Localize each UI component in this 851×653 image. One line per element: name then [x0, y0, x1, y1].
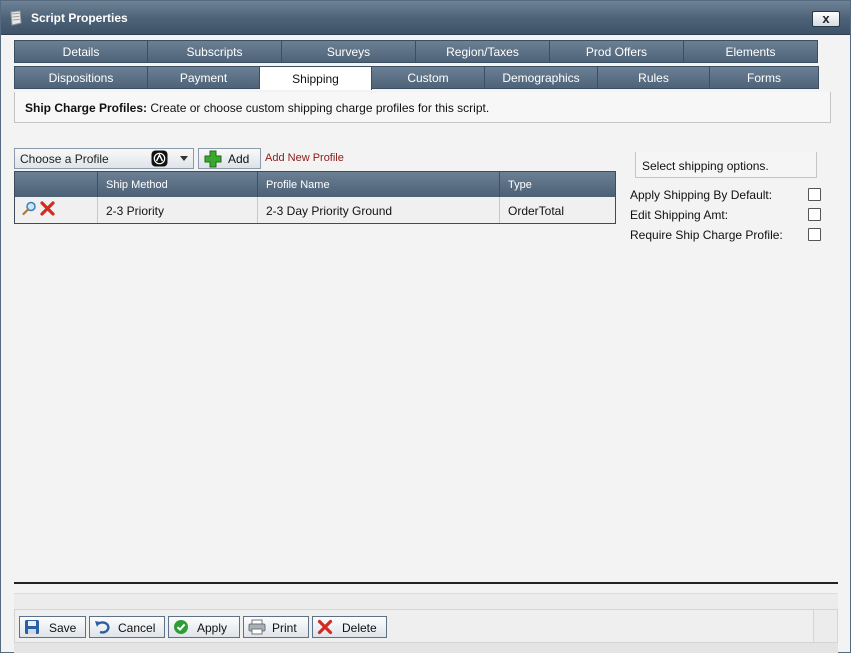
column-header-ship-method[interactable]: Ship Method — [98, 172, 258, 197]
option-edit-shipping-amt: Edit Shipping Amt: — [630, 208, 825, 224]
save-label: Save — [49, 621, 77, 635]
script-document-icon — [9, 10, 23, 26]
cell-ship-method: 2-3 Priority — [98, 197, 258, 223]
window-title: Script Properties — [31, 11, 128, 25]
column-header-type[interactable]: Type — [500, 172, 615, 197]
cell-profile-name: 2-3 Day Priority Ground — [258, 197, 500, 223]
print-label: Print — [272, 621, 297, 635]
add-button-label: Add — [228, 152, 250, 166]
delete-x-icon — [317, 619, 333, 638]
printer-icon — [248, 619, 266, 638]
add-profile-button[interactable]: Add — [198, 148, 261, 169]
tab-rules[interactable]: Rules — [598, 66, 710, 89]
tab-forms[interactable]: Forms — [710, 66, 819, 89]
cancel-label: Cancel — [118, 621, 156, 635]
profile-select[interactable]: Choose a Profile — [14, 148, 194, 169]
tab-details[interactable]: Details — [14, 40, 148, 63]
column-header-actions — [15, 172, 98, 197]
tab-shipping[interactable]: Shipping — [260, 66, 372, 90]
tab-dispositions[interactable]: Dispositions — [14, 66, 148, 89]
cancel-button[interactable]: Cancel — [89, 616, 165, 638]
floppy-disk-icon — [24, 619, 40, 638]
checkmark-icon — [173, 619, 189, 638]
row-actions — [15, 197, 98, 223]
table-row[interactable]: 2-3 Priority 2-3 Day Priority Ground Ord… — [15, 197, 615, 223]
tabs-row-top: Details Subscripts Surveys Region/Taxes … — [14, 40, 818, 63]
tab-payment[interactable]: Payment — [148, 66, 260, 89]
option-require-ship-charge-profile: Require Ship Charge Profile: — [630, 228, 825, 244]
footer-divider — [14, 582, 838, 584]
table-header: Ship Method Profile Name Type — [15, 172, 615, 197]
delete-button[interactable]: Delete — [312, 616, 387, 638]
option-label: Require Ship Charge Profile: — [630, 228, 783, 242]
tab-demographics[interactable]: Demographics — [485, 66, 598, 89]
tab-surveys[interactable]: Surveys — [282, 40, 416, 63]
option-apply-shipping-by-default: Apply Shipping By Default: — [630, 188, 825, 204]
bottom-strip — [14, 643, 838, 653]
shipping-options-header: Select shipping options. — [635, 152, 817, 178]
edit-shipping-amt-checkbox[interactable] — [808, 208, 821, 221]
apply-label: Apply — [197, 621, 228, 635]
description-bar: Ship Charge Profiles: Create or choose c… — [14, 92, 831, 123]
description-heading: Ship Charge Profiles: — [25, 101, 148, 115]
chevron-down-icon — [180, 156, 188, 161]
delete-x-icon[interactable] — [40, 201, 55, 219]
tab-elements[interactable]: Elements — [684, 40, 818, 63]
require-ship-charge-profile-checkbox[interactable] — [808, 228, 821, 241]
option-label: Edit Shipping Amt: — [630, 208, 729, 222]
cell-type: OrderTotal — [508, 204, 565, 218]
option-label: Apply Shipping By Default: — [630, 188, 773, 202]
print-button[interactable]: Print — [243, 616, 309, 638]
description-text: Create or choose custom shipping charge … — [147, 101, 490, 115]
script-properties-window: Script Properties x Details Subscripts S… — [0, 0, 851, 653]
add-new-profile-link[interactable]: Add New Profile — [265, 152, 344, 164]
tabs-row-bottom: Dispositions Payment Shipping Custom Dem… — [14, 66, 819, 90]
apply-button[interactable]: Apply — [168, 616, 240, 638]
footer-corner — [814, 609, 838, 643]
footer-strip — [14, 593, 838, 609]
column-header-profile-name[interactable]: Profile Name — [258, 172, 500, 197]
profile-select-value: Choose a Profile — [20, 152, 109, 166]
cursor-icon — [151, 150, 168, 167]
undo-icon — [94, 619, 112, 638]
tab-prod-offers[interactable]: Prod Offers — [550, 40, 684, 63]
title-bar: Script Properties x — [1, 1, 850, 35]
save-button[interactable]: Save — [19, 616, 86, 638]
profiles-table: Ship Method Profile Name Type 2-3 Priori… — [14, 171, 616, 224]
plus-icon — [204, 150, 222, 171]
close-button[interactable]: x — [812, 11, 840, 27]
tab-subscripts[interactable]: Subscripts — [148, 40, 282, 63]
apply-shipping-by-default-checkbox[interactable] — [808, 188, 821, 201]
delete-label: Delete — [342, 621, 377, 635]
tab-custom[interactable]: Custom — [372, 66, 485, 89]
tab-region-taxes[interactable]: Region/Taxes — [416, 40, 550, 63]
magnifier-icon[interactable] — [22, 201, 37, 219]
